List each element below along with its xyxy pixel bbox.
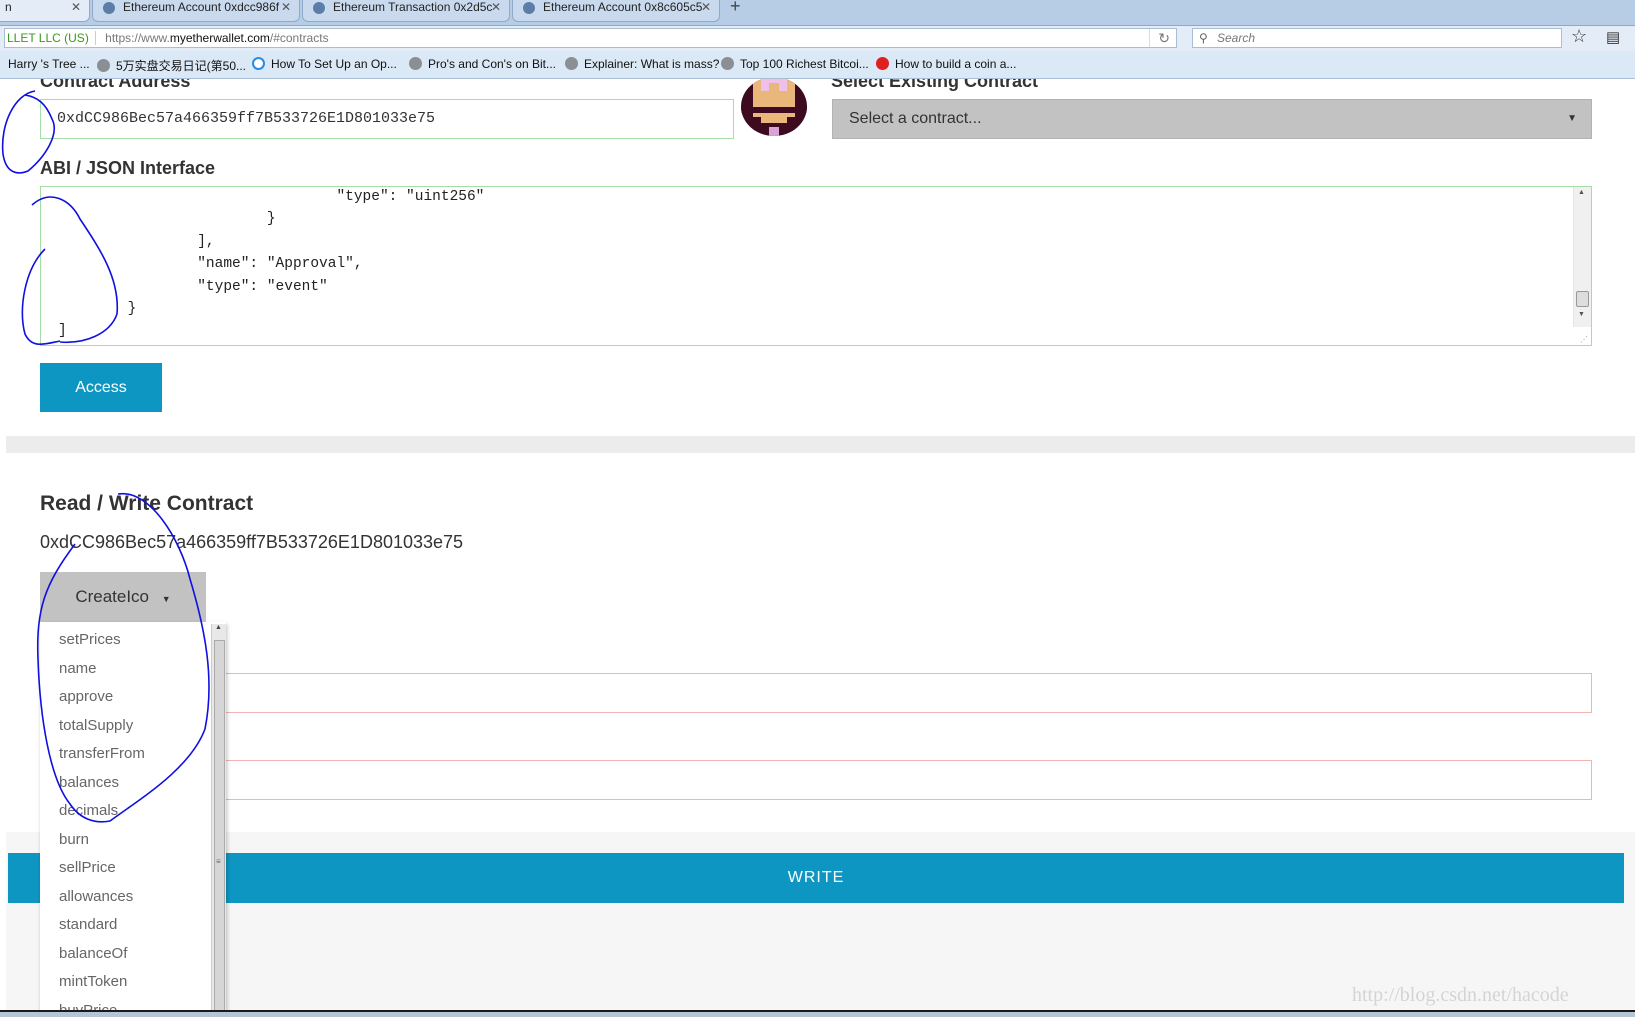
close-tab-icon[interactable]: ✕	[71, 0, 81, 14]
globe-icon	[721, 57, 734, 70]
bookmark[interactable]: 5万实盘交易日记(第50...	[97, 57, 246, 74]
page: Contract Address 0xdCC986Bec57a466359ff7…	[0, 79, 1635, 1017]
bookmark[interactable]: Top 100 Richest Bitcoi...	[721, 57, 869, 71]
red-logo-icon	[876, 57, 889, 70]
taskbar	[0, 1010, 1635, 1017]
search-icon: ⚲	[1199, 31, 1208, 45]
annotation-circle	[21, 196, 119, 346]
bookmark[interactable]: How to build a coin a...	[876, 57, 1016, 71]
new-tab-button[interactable]: +	[730, 0, 741, 17]
site-icon	[523, 2, 535, 14]
nav-bar: LLET LLC (US) https://www.myetherwallet.…	[0, 25, 1635, 51]
site-identity[interactable]: LLET LLC (US)	[5, 31, 96, 45]
annotation-circle	[1, 90, 55, 174]
close-tab-icon[interactable]: ✕	[281, 0, 291, 14]
search-input[interactable]: ⚲ Search	[1192, 28, 1562, 48]
site-icon	[313, 2, 325, 14]
url-bar[interactable]: LLET LLC (US) https://www.myetherwallet.…	[4, 28, 1177, 48]
bookmark[interactable]: Explainer: What is mass?	[565, 57, 719, 71]
tab-bar: n ✕ Ethereum Account 0xdcc986f ✕ Ethereum …	[0, 0, 1635, 25]
bookmark[interactable]: Harry 's Tree ...	[8, 57, 90, 71]
close-tab-icon[interactable]: ✕	[491, 0, 501, 14]
tab[interactable]: Ethereum Account 0x8c605c5 ✕	[512, 0, 720, 22]
site-icon	[103, 2, 115, 14]
refresh-logo-icon	[252, 57, 265, 70]
close-tab-icon[interactable]: ✕	[701, 0, 711, 14]
bookmark[interactable]: How To Set Up an Op...	[252, 57, 397, 71]
globe-icon	[97, 59, 110, 72]
annotation-circle	[36, 493, 210, 823]
reading-list-icon[interactable]: ▤	[1606, 28, 1620, 46]
bookmarks-bar: Harry 's Tree ... 5万实盘交易日记(第50... How To…	[0, 51, 1635, 79]
reload-icon[interactable]: ↻	[1149, 29, 1170, 47]
tab[interactable]: Ethereum Transaction 0x2d5c ✕	[302, 0, 510, 22]
watermark: http://blog.csdn.net/hacode	[1352, 984, 1569, 1006]
annotation-circles	[1, 90, 210, 823]
bookmark-star-icon[interactable]: ☆	[1571, 26, 1587, 47]
globe-icon	[565, 57, 578, 70]
tab-active[interactable]: n ✕	[0, 0, 90, 22]
bookmark[interactable]: Pro's and Con's on Bit...	[409, 57, 556, 71]
tab[interactable]: Ethereum Account 0xdcc986f ✕	[92, 0, 300, 22]
globe-icon	[409, 57, 422, 70]
